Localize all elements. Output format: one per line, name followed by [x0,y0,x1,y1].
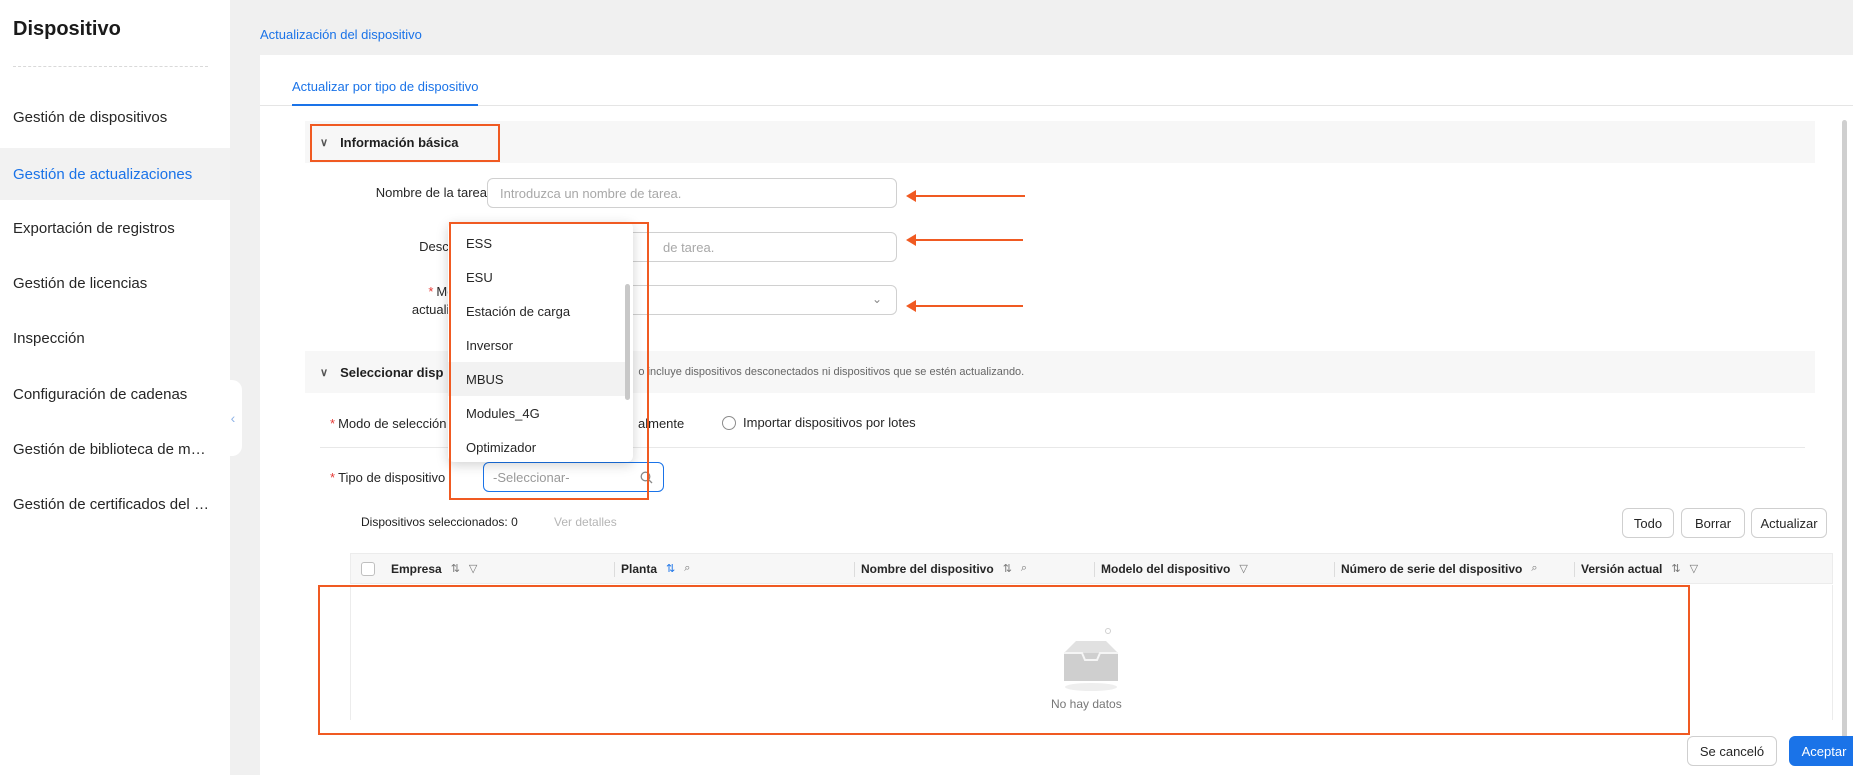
sidebar-title: Dispositivo [13,18,121,40]
sidebar-item-label: Gestión de certificados del dispositivo [13,495,213,513]
tab-bar: Actualizar por tipo de dispositivo [260,55,1853,106]
select-devices-note: o incluye dispositivos desconectados ni … [638,366,1025,378]
select-all-button[interactable]: Todo [1622,508,1674,538]
sidebar-item-module-library[interactable]: Gestión de biblioteca de módulos [0,423,230,475]
chevron-down-icon: ⌄ [871,292,882,306]
sort-icon[interactable]: ⇅ [1671,562,1680,575]
tab-update-by-device-type[interactable]: Actualizar por tipo de dispositivo [292,79,479,106]
select-all-checkbox-cell[interactable] [351,554,384,583]
sidebar-divider [13,66,208,67]
radio-batch-import[interactable]: Importar dispositivos por lotes [722,415,916,430]
top-bar: Actualización del dispositivo [230,0,1853,55]
sidebar-item-label: Configuración de cadenas [13,385,188,403]
sidebar-item-string-config[interactable]: Configuración de cadenas [0,368,230,420]
sidebar-item-label: Gestión de actualizaciones [13,165,193,183]
required-asterisk: * [428,284,434,299]
col-modelo-dispositivo[interactable]: Modelo del dispositivo ▽ [1094,554,1334,583]
search-icon[interactable]: ⌕ [1021,562,1027,575]
annotation-box-table [318,585,1690,735]
sidebar-item-update-management[interactable]: Gestión de actualizaciones [0,148,230,200]
filter-icon[interactable]: ▽ [469,562,477,575]
annotation-arrow-description [906,234,1023,246]
sidebar-item-device-management[interactable]: Gestión de dispositivos [0,91,230,143]
table-header: Empresa ⇅ ▽ Planta ⇅ ⌕ Nombre del dispos… [350,553,1833,584]
accept-button[interactable]: Aceptar [1789,736,1853,766]
chevron-down-icon: ∨ [320,366,329,379]
search-icon[interactable]: ⌕ [1531,562,1537,575]
filter-icon[interactable]: ▽ [1239,562,1247,575]
sidebar-item-certificates[interactable]: Gestión de certificados del dispositivo [0,478,230,530]
annotation-box-basic-info [310,124,500,162]
select-devices-title: Seleccionar disp [340,364,444,380]
annotation-arrow-task-name [906,190,1025,202]
sidebar-item-label: Exportación de registros [13,219,175,237]
checkbox[interactable] [361,561,375,576]
annotation-arrow-update-mode [906,300,1023,312]
selected-count: Dispositivos seleccionados: 0 [361,515,518,529]
sidebar-item-label: Inspección [13,329,85,347]
col-nombre-dispositivo[interactable]: Nombre del dispositivo ⇅ ⌕ [854,554,1094,583]
cancel-button[interactable]: Se canceló [1687,736,1777,766]
clear-button[interactable]: Borrar [1681,508,1745,538]
sort-icon[interactable]: ⇅ [451,562,460,575]
filter-icon[interactable]: ▽ [1690,562,1698,575]
sidebar: Dispositivo Gestión de dispositivos Gest… [0,0,230,775]
sidebar-item-label: Gestión de biblioteca de módulos [13,440,213,458]
search-icon[interactable]: ⌕ [684,562,690,575]
sidebar-item-log-export[interactable]: Exportación de registros [0,202,230,254]
col-version-actual[interactable]: Versión actual ⇅ ▽ [1574,554,1804,583]
page-scrollbar[interactable] [1842,120,1847,760]
breadcrumb[interactable]: Actualización del dispositivo [260,27,422,42]
task-name-label: Nombre de la tarea [375,185,487,200]
sort-icon[interactable]: ⇅ [666,562,675,575]
radio-circle [722,415,736,430]
sidebar-item-inspection[interactable]: Inspección [0,312,230,364]
annotation-box-dropdown [449,222,649,500]
refresh-button[interactable]: Actualizar [1751,508,1827,538]
col-planta[interactable]: Planta ⇅ ⌕ [614,554,854,583]
sort-icon[interactable]: ⇅ [1003,562,1012,575]
sidebar-item-label: Gestión de licencias [13,274,148,292]
basic-info-header[interactable]: ∨ Información básica [305,121,1815,163]
col-empresa[interactable]: Empresa ⇅ ▽ [384,554,614,583]
sidebar-item-label: Gestión de dispositivos [13,108,168,126]
task-name-input[interactable]: Introduzca un nombre de tarea. [487,178,897,208]
sidebar-item-license-management[interactable]: Gestión de licencias [0,257,230,309]
view-details-link[interactable]: Ver detalles [554,515,617,529]
col-numero-serie[interactable]: Número de serie del dispositivo ⌕ [1334,554,1574,583]
